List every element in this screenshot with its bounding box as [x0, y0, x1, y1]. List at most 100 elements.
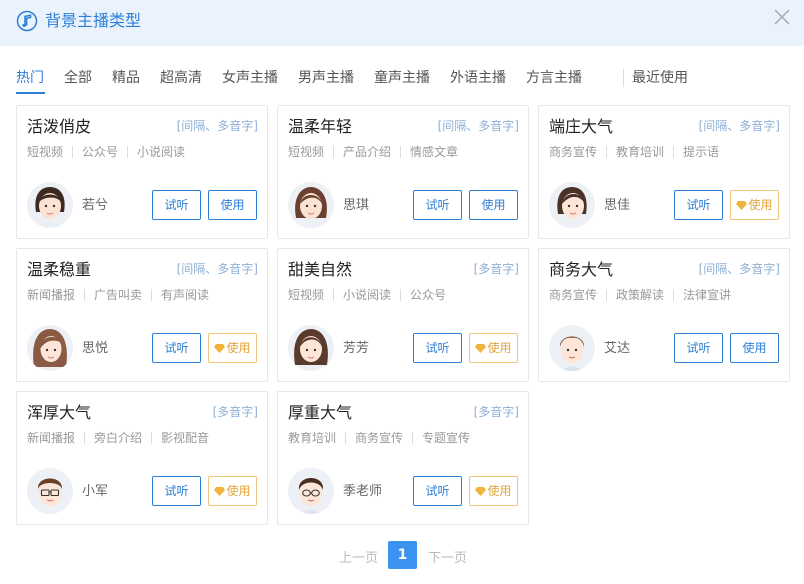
- voice-card: 厚重大气 [多音字] 教育培训 商务宣传 专题宣传 季老师 试听 使用: [277, 391, 529, 525]
- tab-premium[interactable]: 精品: [112, 68, 140, 88]
- music-note-icon: [16, 10, 38, 32]
- scene-tag: 公众号: [82, 145, 119, 159]
- page-number-current[interactable]: 1: [388, 541, 417, 569]
- voice-feature-tag: [间隔、多音字]: [698, 119, 780, 133]
- scene-tag: 商务宣传: [549, 288, 598, 302]
- diamond-icon: [475, 344, 487, 353]
- prev-page-button[interactable]: 上一页: [339, 547, 378, 566]
- vip-use-button[interactable]: 使用: [730, 190, 779, 220]
- scene-tag: 短视频: [27, 145, 64, 159]
- use-button-label: 使用: [226, 341, 251, 355]
- use-button-label: 使用: [748, 198, 773, 212]
- voice-feature-tag: [多音字]: [212, 405, 258, 419]
- voice-feature-tag: [间隔、多音字]: [698, 262, 780, 276]
- anchor-name: 思悦: [82, 341, 109, 356]
- vip-use-button[interactable]: 使用: [469, 333, 518, 363]
- voice-style-title: 温柔年轻: [288, 117, 353, 136]
- scene-tag: 小说阅读: [137, 145, 186, 159]
- listen-button[interactable]: 试听: [152, 476, 201, 506]
- scene-tag: 产品介绍: [343, 145, 392, 159]
- tab-hot[interactable]: 热门: [16, 68, 44, 88]
- scene-tag: 商务宣传: [355, 431, 404, 445]
- close-icon[interactable]: [773, 8, 791, 26]
- anchor-name: 思佳: [604, 198, 631, 213]
- use-button[interactable]: 使用: [730, 333, 779, 363]
- voice-feature-tag: [间隔、多音字]: [437, 119, 519, 133]
- anchor-name: 艾达: [604, 341, 631, 356]
- voice-card: 端庄大气 [间隔、多音字] 商务宣传 教育培训 提示语 思佳 试听 使用: [538, 105, 790, 239]
- anchor-name: 若兮: [82, 198, 109, 213]
- anchor-name: 芳芳: [343, 341, 370, 356]
- listen-button[interactable]: 试听: [413, 333, 462, 363]
- tab-foreign-voice[interactable]: 外语主播: [450, 68, 506, 88]
- use-button-label: 使用: [481, 198, 506, 212]
- scene-tags: 短视频 产品介绍 情感文章: [288, 144, 458, 160]
- scene-tag: 专题宣传: [422, 431, 471, 445]
- vip-use-button[interactable]: 使用: [208, 476, 257, 506]
- voice-card: 甜美自然 [多音字] 短视频 小说阅读 公众号 芳芳 试听 使用: [277, 248, 529, 382]
- scene-tag: 教育培训: [288, 431, 337, 445]
- vip-use-button[interactable]: 使用: [469, 476, 518, 506]
- scene-tags: 新闻播报 广告叫卖 有声阅读: [27, 287, 209, 303]
- scene-tag: 商务宣传: [549, 145, 598, 159]
- scene-tag: 新闻播报: [27, 431, 76, 445]
- voice-feature-tag: [间隔、多音字]: [176, 262, 258, 276]
- scene-tags: 短视频 公众号 小说阅读: [27, 144, 185, 160]
- voice-style-title: 商务大气: [549, 260, 614, 279]
- use-button[interactable]: 使用: [469, 190, 518, 220]
- diamond-icon: [475, 487, 487, 496]
- dialog-title: 背景主播类型: [45, 11, 142, 30]
- voice-style-title: 温柔稳重: [27, 260, 92, 279]
- voice-feature-tag: [间隔、多音字]: [176, 119, 258, 133]
- scene-tag: 有声阅读: [161, 288, 210, 302]
- voice-card: 温柔年轻 [间隔、多音字] 短视频 产品介绍 情感文章 思琪 试听 使用: [277, 105, 529, 239]
- listen-button[interactable]: 试听: [413, 476, 462, 506]
- dialog-header: 背景主播类型: [0, 0, 804, 46]
- active-tab-indicator: [16, 92, 45, 94]
- scene-tag: 提示语: [683, 145, 720, 159]
- voice-card: 活泼俏皮 [间隔、多音字] 短视频 公众号 小说阅读 若兮 试听 使用: [16, 105, 268, 239]
- tab-all[interactable]: 全部: [64, 68, 92, 88]
- anchor-avatar: [549, 182, 595, 228]
- tab-ultra-hd[interactable]: 超高清: [160, 68, 202, 88]
- vip-use-button[interactable]: 使用: [208, 333, 257, 363]
- diamond-icon: [214, 487, 226, 496]
- tab-female-voice[interactable]: 女声主播: [222, 68, 278, 88]
- tab-child-voice[interactable]: 童声主播: [374, 68, 430, 88]
- use-button-label: 使用: [742, 341, 767, 355]
- listen-button[interactable]: 试听: [413, 190, 462, 220]
- diamond-icon: [214, 344, 226, 353]
- scene-tag: 教育培训: [616, 145, 665, 159]
- tab-dialect-voice[interactable]: 方言主播: [526, 68, 582, 88]
- tab-divider: [623, 69, 624, 87]
- voice-style-title: 端庄大气: [549, 117, 614, 136]
- voice-card: 温柔稳重 [间隔、多音字] 新闻播报 广告叫卖 有声阅读 思悦 试听 使用: [16, 248, 268, 382]
- diamond-icon: [736, 201, 748, 210]
- anchor-avatar: [27, 182, 73, 228]
- use-button-label: 使用: [487, 341, 512, 355]
- use-button[interactable]: 使用: [208, 190, 257, 220]
- scene-tag: 新闻播报: [27, 288, 76, 302]
- listen-button[interactable]: 试听: [674, 190, 723, 220]
- scene-tags: 新闻播报 旁白介绍 影视配音: [27, 430, 209, 446]
- scene-tag: 旁白介绍: [94, 431, 143, 445]
- scene-tag: 政策解读: [616, 288, 665, 302]
- anchor-avatar: [288, 468, 334, 514]
- use-button-label: 使用: [487, 484, 512, 498]
- listen-button[interactable]: 试听: [152, 333, 201, 363]
- listen-button[interactable]: 试听: [674, 333, 723, 363]
- scene-tag: 短视频: [288, 288, 325, 302]
- use-button-label: 使用: [220, 198, 245, 212]
- listen-button[interactable]: 试听: [152, 190, 201, 220]
- scene-tags: 商务宣传 教育培训 提示语: [549, 144, 719, 160]
- tab-recent[interactable]: 最近使用: [632, 68, 688, 88]
- voice-style-title: 浑厚大气: [27, 403, 92, 422]
- anchor-name: 思琪: [343, 198, 370, 213]
- anchor-avatar: [27, 468, 73, 514]
- anchor-avatar: [27, 325, 73, 371]
- scene-tag: 法律宣讲: [683, 288, 732, 302]
- next-page-button[interactable]: 下一页: [428, 547, 467, 566]
- anchor-avatar: [288, 182, 334, 228]
- tab-male-voice[interactable]: 男声主播: [298, 68, 354, 88]
- voice-card: 商务大气 [间隔、多音字] 商务宣传 政策解读 法律宣讲 艾达 试听 使用: [538, 248, 790, 382]
